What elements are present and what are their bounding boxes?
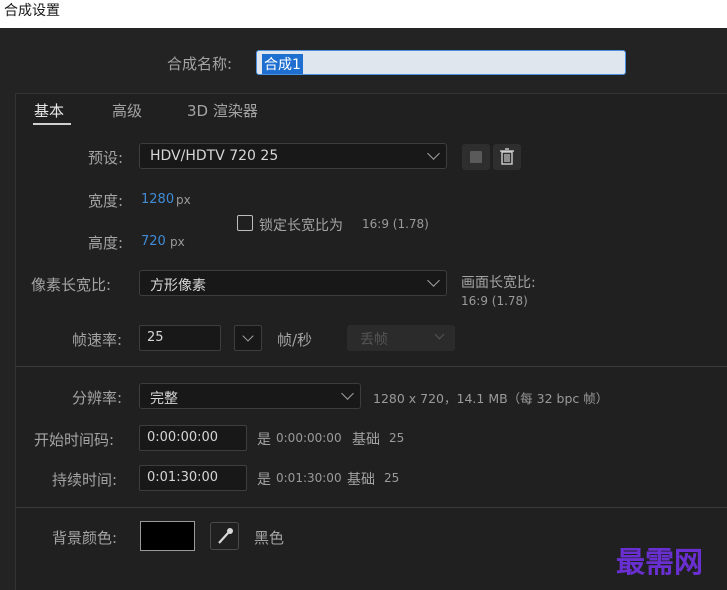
preset-label: 预设: — [88, 149, 124, 167]
preset-dropdown[interactable]: HDV/HDTV 720 25 — [139, 143, 447, 169]
pixel-aspect-dropdown[interactable]: 方形像素 — [139, 270, 447, 296]
start-timecode-is-value: 0:00:00:00 — [276, 431, 342, 445]
background-color-swatch[interactable] — [140, 521, 195, 551]
start-timecode-input[interactable]: 0:00:00:00 — [139, 425, 247, 451]
chevron-down-icon — [434, 329, 445, 340]
frame-rate-label: 帧速率: — [72, 331, 123, 349]
background-color-label: 背景颜色: — [52, 529, 118, 547]
frame-aspect-value: 16:9 (1.78) — [461, 294, 528, 308]
frame-rate-unit: 帧/秒 — [277, 331, 313, 349]
lock-ratio-value: 16:9 (1.78) — [362, 217, 429, 231]
frame-rate-dropdown[interactable] — [234, 325, 262, 351]
preset-value: HDV/HDTV 720 25 — [150, 148, 279, 164]
background-color-name: 黑色 — [254, 529, 285, 547]
duration-base: 基础 — [347, 472, 375, 488]
start-timecode-base-value: 25 — [389, 431, 405, 445]
pixel-aspect-label: 像素长宽比: — [31, 276, 112, 294]
resolution-info: 1280 x 720，14.1 MB（每 32 bpc 帧） — [373, 391, 609, 406]
tab-3d-renderer[interactable]: 3D 渲染器 — [187, 100, 258, 121]
drop-frame-dropdown: 丢帧 — [347, 325, 455, 351]
watermark-text: 最需网 — [616, 545, 704, 579]
height-label: 高度: — [88, 234, 124, 252]
save-preset-icon — [470, 151, 482, 163]
tab-basic[interactable]: 基本 — [34, 100, 64, 121]
height-unit: px — [170, 235, 185, 249]
frame-rate-value: 25 — [147, 330, 164, 345]
eyedropper-icon — [218, 528, 233, 544]
duration-label: 持续时间: — [52, 471, 118, 489]
chevron-down-icon — [341, 387, 354, 400]
lock-ratio-label: 锁定长宽比为 — [259, 218, 343, 234]
resolution-dropdown[interactable]: 完整 — [139, 383, 361, 409]
divider — [16, 366, 727, 367]
active-tab-underline — [33, 123, 71, 125]
duration-value: 0:01:30:00 — [147, 470, 219, 485]
duration-is: 是 — [257, 472, 271, 488]
start-timecode-value: 0:00:00:00 — [147, 430, 219, 445]
comp-name-label: 合成名称: — [167, 55, 233, 73]
start-timecode-label: 开始时间码: — [34, 431, 115, 449]
resolution-label: 分辨率: — [72, 389, 123, 407]
width-label: 宽度: — [88, 192, 124, 210]
lock-ratio-checkbox[interactable] — [237, 215, 253, 231]
duration-is-value: 0:01:30:00 — [276, 471, 342, 485]
comp-name-value: 合成1 — [262, 54, 303, 74]
chevron-down-icon — [427, 147, 440, 160]
save-preset-button[interactable] — [462, 144, 490, 170]
window-title: 合成设置 — [4, 3, 60, 19]
drop-frame-label: 丢帧 — [360, 332, 388, 348]
chevron-down-icon — [242, 330, 254, 342]
divider — [16, 507, 727, 508]
start-timecode-base: 基础 — [352, 432, 380, 448]
chevron-down-icon — [427, 274, 440, 287]
frame-aspect-label: 画面长宽比: — [461, 275, 536, 291]
trash-icon — [500, 148, 514, 165]
title-bar: 合成设置 — [0, 0, 727, 28]
comp-name-input[interactable]: 合成1 — [256, 50, 626, 75]
frame-rate-input[interactable]: 25 — [139, 325, 221, 351]
eyedropper-button[interactable] — [210, 522, 239, 550]
delete-preset-button[interactable] — [493, 144, 521, 170]
width-unit: px — [176, 193, 191, 207]
resolution-value: 完整 — [150, 391, 178, 407]
duration-input[interactable]: 0:01:30:00 — [139, 465, 247, 491]
pixel-aspect-value: 方形像素 — [150, 278, 206, 294]
height-value[interactable]: 720 — [141, 234, 166, 249]
width-value[interactable]: 1280 — [141, 192, 174, 207]
tab-advanced[interactable]: 高级 — [112, 100, 142, 121]
start-timecode-is: 是 — [257, 432, 271, 448]
duration-base-value: 25 — [384, 471, 400, 485]
